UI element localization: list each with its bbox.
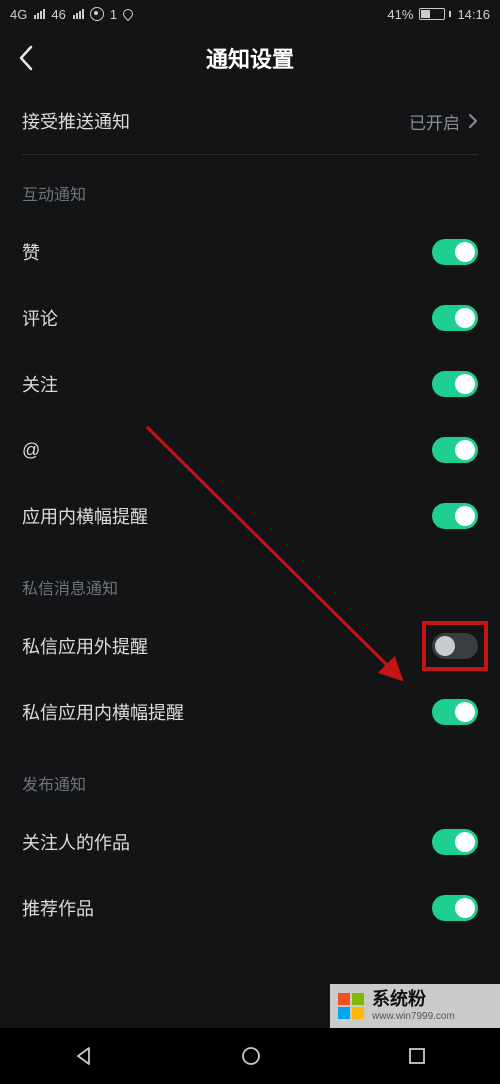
network-4g-label-1: 4G xyxy=(10,7,27,22)
watermark: 系统粉 www.win7999.com xyxy=(330,984,500,1028)
battery-icon xyxy=(419,8,451,20)
section-title-interactive: 互动通知 xyxy=(0,155,500,219)
toggle-in-app-banner[interactable] xyxy=(432,503,478,529)
watermark-brand: 系统粉 xyxy=(372,989,455,1011)
toggle-dm-external[interactable] xyxy=(432,633,478,659)
network-4g-label-2: 46 xyxy=(51,7,65,22)
status-bar: 4G 46 1 41% 14:16 xyxy=(0,0,500,28)
battery-percentage: 41% xyxy=(387,7,413,22)
location-pin-icon xyxy=(121,7,135,21)
eye-icon xyxy=(90,7,104,21)
row-like: 赞 xyxy=(0,219,500,285)
row-at: @ xyxy=(0,417,500,483)
row-label: 私信应用内横幅提醒 xyxy=(22,699,184,725)
row-label: 推荐作品 xyxy=(22,895,94,921)
row-recommend-works: 推荐作品 xyxy=(0,875,500,941)
watermark-logo-icon xyxy=(338,993,364,1019)
row-comment: 评论 xyxy=(0,285,500,351)
section-title-dm: 私信消息通知 xyxy=(0,549,500,613)
back-button[interactable] xyxy=(18,45,34,71)
header: 通知设置 xyxy=(0,28,500,88)
chevron-left-icon xyxy=(18,45,34,71)
toggle-recommend-works[interactable] xyxy=(432,895,478,921)
row-dm-banner: 私信应用内横幅提醒 xyxy=(0,679,500,745)
toggle-follow[interactable] xyxy=(432,371,478,397)
signal-bars-icon xyxy=(34,9,45,19)
row-label: 应用内横幅提醒 xyxy=(22,503,148,529)
row-in-app-banner: 应用内横幅提醒 xyxy=(0,483,500,549)
square-recent-icon xyxy=(407,1046,427,1066)
toggle-like[interactable] xyxy=(432,239,478,265)
circle-home-icon xyxy=(240,1045,262,1067)
row-dm-external: 私信应用外提醒 xyxy=(0,613,500,679)
row-label: @ xyxy=(22,440,40,461)
row-followee-works: 关注人的作品 xyxy=(0,809,500,875)
nav-home-button[interactable] xyxy=(240,1045,262,1067)
nav-back-button[interactable] xyxy=(73,1045,95,1067)
android-nav-bar xyxy=(0,1028,500,1084)
section-title-publish: 发布通知 xyxy=(0,745,500,809)
clock-time: 14:16 xyxy=(457,7,490,22)
page-title: 通知设置 xyxy=(206,42,294,74)
row-label: 接受推送通知 xyxy=(22,108,130,134)
row-label: 私信应用外提醒 xyxy=(22,633,148,659)
row-push-notifications[interactable]: 接受推送通知 已开启 xyxy=(0,88,500,154)
toggle-followee-works[interactable] xyxy=(432,829,478,855)
triangle-back-icon xyxy=(73,1045,95,1067)
row-value-group: 已开启 xyxy=(409,109,478,134)
status-bar-right: 41% 14:16 xyxy=(387,7,490,22)
eye-count: 1 xyxy=(110,7,117,22)
row-value-text: 已开启 xyxy=(409,109,460,134)
settings-content: 接受推送通知 已开启 互动通知 赞 评论 关注 @ 应用内横幅提醒 私信消息通知… xyxy=(0,88,500,1028)
chevron-right-icon xyxy=(468,113,478,129)
row-label: 评论 xyxy=(22,305,58,331)
toggle-comment[interactable] xyxy=(432,305,478,331)
watermark-url: www.win7999.com xyxy=(372,1011,455,1023)
toggle-at[interactable] xyxy=(432,437,478,463)
toggle-dm-banner[interactable] xyxy=(432,699,478,725)
nav-recent-button[interactable] xyxy=(407,1046,427,1066)
signal-bars-icon-2 xyxy=(73,9,84,19)
row-label: 关注人的作品 xyxy=(22,829,130,855)
status-bar-left: 4G 46 1 xyxy=(10,7,133,22)
row-label: 赞 xyxy=(22,239,40,265)
row-follow: 关注 xyxy=(0,351,500,417)
row-label: 关注 xyxy=(22,371,58,397)
